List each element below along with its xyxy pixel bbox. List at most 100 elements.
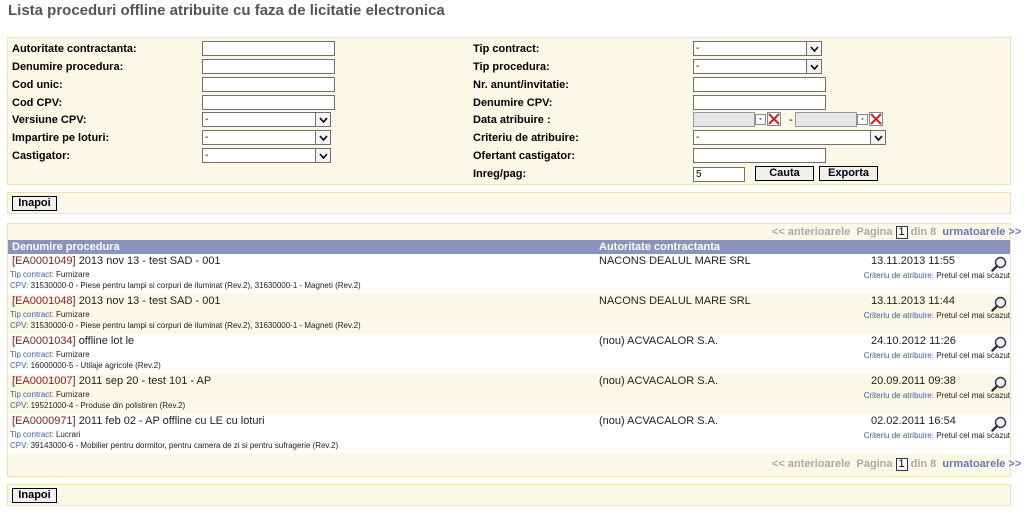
winning-bidder-input[interactable] — [693, 148, 826, 163]
procedure-type-select[interactable]: - — [693, 59, 822, 74]
procedure-name[interactable]: offline lot le — [79, 335, 134, 347]
winner-select[interactable]: - — [202, 148, 331, 163]
contract-type-value: Furnizare — [55, 390, 90, 399]
export-button[interactable]: Exporta — [819, 166, 878, 181]
cpv-key: CPV: — [10, 441, 29, 450]
back-panel-bottom — [7, 484, 1011, 506]
cpv-code-label: Cod CPV: — [12, 97, 63, 109]
procedure-code[interactable]: [EA0001034] — [12, 335, 76, 347]
notice-number-label: Nr. anunt/invitatie: — [473, 79, 569, 91]
criteria-key: Criteriu de atribuire: — [863, 351, 934, 360]
prev-page-link[interactable]: << anterioarele — [772, 458, 850, 470]
page-number-input[interactable]: 1 — [895, 226, 908, 239]
cpv-version-label: Versiune CPV: — [12, 114, 87, 126]
magnifier-icon[interactable] — [991, 256, 1007, 272]
magnifier-icon[interactable] — [991, 296, 1007, 312]
chevron-down-icon — [315, 113, 330, 126]
winning-bidder-label: Ofertant castigator: — [473, 150, 576, 162]
procedure-name-input[interactable] — [202, 59, 335, 74]
records-per-page-label: Inreg/pag: — [473, 168, 527, 180]
next-page-link[interactable]: urmatoarele >> — [942, 458, 1021, 470]
contract-type-value: Lucrari — [55, 430, 81, 439]
col-authority: Autoritate contractanta — [599, 241, 721, 253]
records-per-page-input[interactable] — [693, 167, 745, 182]
procedure-name[interactable]: 2011 feb 02 - AP offline cu LE cu loturi — [79, 415, 265, 427]
back-button-top[interactable]: Inapoi — [12, 196, 57, 211]
table-row: [EA0001007] 2011 sep 20 - test 101 - AP … — [8, 374, 1010, 414]
clear-date-icon[interactable] — [767, 112, 781, 126]
award-criteria-select[interactable]: - — [693, 130, 886, 145]
award-date-from-input[interactable] — [693, 112, 755, 127]
contract-type-key: Tip contract: — [10, 310, 54, 319]
cpv-value: 31530000-0 - Piese pentru lampi si corpu… — [30, 281, 361, 290]
chevron-down-icon — [870, 131, 885, 144]
procedure-date: 02.02.2011 16:54 — [871, 415, 956, 427]
procedure-type-label: Tip procedura: — [473, 61, 550, 73]
procedure-date: 13.11.2013 11:44 — [871, 295, 956, 307]
contract-type-value: Furnizare — [55, 350, 90, 359]
back-button-bottom[interactable]: Inapoi — [12, 488, 57, 503]
procedure-name[interactable]: 2013 nov 13 - test SAD - 001 — [79, 255, 221, 267]
pager-bottom: << anterioarele Pagina 1 din 8 urmatoare… — [772, 458, 1021, 471]
prev-page-link[interactable]: << anterioarele — [772, 226, 850, 238]
table-row: [EA0000971] 2011 feb 02 - AP offline cu … — [8, 414, 1010, 454]
chevron-down-icon — [806, 42, 821, 55]
clear-date-icon[interactable] — [869, 112, 883, 126]
page-title: Lista proceduri offline atribuite cu faz… — [8, 2, 445, 19]
procedure-name[interactable]: 2011 sep 20 - test 101 - AP — [79, 375, 212, 387]
winner-value: - — [205, 150, 209, 161]
chevron-down-icon — [315, 149, 330, 162]
procedure-code[interactable]: [EA0001048] — [12, 295, 76, 307]
calendar-icon[interactable]: ▪ — [755, 114, 766, 125]
procedure-code[interactable]: [EA0000971] — [12, 415, 76, 427]
cpv-code-input[interactable] — [202, 95, 335, 110]
page-count: din 8 — [910, 226, 937, 238]
lots-label: Impartire pe loturi: — [12, 132, 110, 144]
page-number-input[interactable]: 1 — [895, 458, 908, 471]
contract-type-select[interactable]: - — [693, 41, 822, 56]
criteria-value: Pretul cel mai scazut — [936, 311, 1010, 320]
procedure-name[interactable]: 2013 nov 13 - test SAD - 001 — [79, 295, 221, 307]
award-criteria-value: - — [696, 132, 700, 143]
lots-select[interactable]: - — [202, 130, 331, 145]
criteria-key: Criteriu de atribuire: — [863, 311, 934, 320]
date-range-separator: - — [789, 114, 793, 126]
cpv-name-input[interactable] — [693, 95, 826, 110]
criteria-value: Pretul cel mai scazut — [936, 391, 1010, 400]
pager-top: << anterioarele Pagina 1 din 8 urmatoare… — [772, 226, 1021, 239]
award-criteria-label: Criteriu de atribuire: — [473, 132, 579, 144]
criteria-key: Criteriu de atribuire: — [863, 431, 934, 440]
criteria-value: Pretul cel mai scazut — [936, 431, 1010, 440]
page-label: Pagina — [856, 458, 893, 470]
cpv-version-select[interactable]: - — [202, 112, 331, 127]
cpv-key: CPV: — [10, 401, 29, 410]
award-date-to-input[interactable] — [795, 112, 857, 127]
procedure-code[interactable]: [EA0001007] — [12, 375, 76, 387]
unique-code-input[interactable] — [202, 77, 335, 92]
magnifier-icon[interactable] — [991, 416, 1007, 432]
procedure-date: 13.11.2013 11:55 — [871, 255, 956, 267]
procedure-date: 24.10.2012 11:26 — [871, 335, 956, 347]
winner-label: Castigator: — [12, 150, 71, 162]
contract-type-key: Tip contract: — [10, 390, 54, 399]
notice-number-input[interactable] — [693, 77, 826, 92]
procedure-code[interactable]: [EA0001049] — [12, 255, 76, 267]
calendar-icon[interactable]: ▪ — [857, 114, 868, 125]
search-button[interactable]: Cauta — [755, 166, 814, 181]
contract-type-value: - — [696, 43, 700, 54]
cpv-value: 39143000-6 - Mobilier pentru dormitor, p… — [30, 441, 339, 450]
col-procedure-name: Denumire procedura — [12, 241, 120, 253]
cpv-name-label: Denumire CPV: — [473, 97, 553, 109]
magnifier-icon[interactable] — [991, 336, 1007, 352]
authority-input[interactable] — [202, 41, 335, 56]
table-row: [EA0001034] offline lot le (nou) ACVACAL… — [8, 334, 1010, 374]
procedure-authority: NACONS DEALUL MARE SRL — [599, 255, 751, 267]
procedure-type-value: - — [696, 61, 700, 72]
cpv-key: CPV: — [10, 321, 29, 330]
next-page-link[interactable]: urmatoarele >> — [942, 226, 1021, 238]
table-header: Denumire procedura Autoritate contractan… — [8, 240, 1010, 254]
filter-panel — [7, 37, 1011, 185]
authority-label: Autoritate contractanta: — [12, 43, 137, 55]
back-panel-top — [7, 192, 1011, 214]
magnifier-icon[interactable] — [991, 376, 1007, 392]
